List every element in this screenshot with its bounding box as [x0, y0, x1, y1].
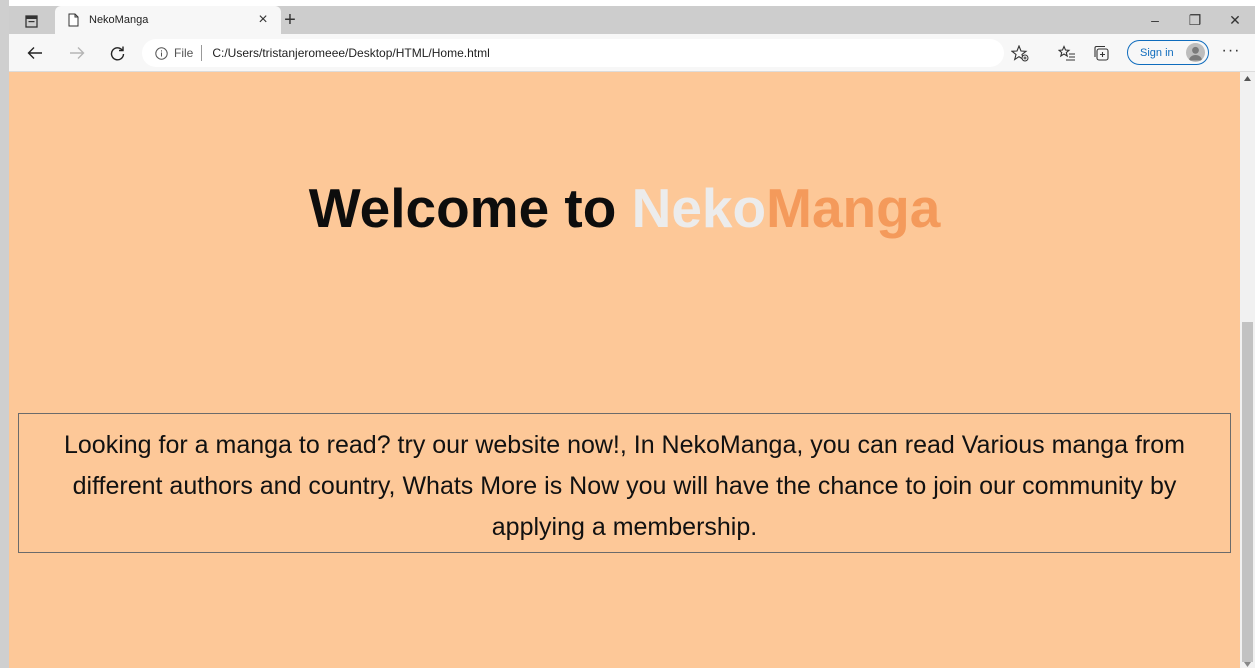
brand-part-neko: Neko — [631, 177, 767, 239]
brand-part-manga: Manga — [766, 177, 941, 239]
tab-actions-icon[interactable] — [22, 12, 40, 30]
info-icon[interactable] — [154, 46, 168, 60]
tab-nekomanga[interactable]: NekoManga × — [55, 6, 281, 34]
vertical-scrollbar[interactable] — [1240, 72, 1255, 668]
favorites-icon[interactable] — [1058, 44, 1076, 62]
intro-box: Looking for a manga to read? try our web… — [18, 413, 1231, 553]
window-edge — [0, 0, 9, 668]
intro-text: Looking for a manga to read? try our web… — [64, 431, 1185, 541]
page-icon — [65, 12, 81, 28]
forward-arrow-icon — [70, 47, 85, 59]
restore-button[interactable]: ❐ — [1175, 6, 1215, 34]
address-scheme: File — [174, 46, 194, 60]
scroll-down-icon[interactable] — [1240, 660, 1255, 668]
scroll-up-icon[interactable] — [1240, 72, 1255, 84]
page-title: Welcome to NekoManga — [9, 176, 1240, 240]
close-window-button[interactable]: ✕ — [1215, 6, 1255, 34]
forward-button[interactable] — [65, 42, 89, 64]
more-icon[interactable]: ··· — [1219, 42, 1243, 64]
browser-toolbar: File C:/Users/tristanjeromeee/Desktop/HT… — [9, 34, 1255, 72]
close-tab-icon[interactable]: × — [253, 10, 273, 30]
browser-window: NekoManga × + – ❐ ✕ File C:/Users/trista… — [0, 0, 1255, 668]
tab-strip: NekoManga × + – ❐ ✕ — [9, 6, 1255, 34]
new-tab-button[interactable]: + — [279, 9, 301, 31]
tab-title: NekoManga — [89, 14, 149, 26]
back-arrow-icon — [27, 47, 42, 59]
scroll-thumb[interactable] — [1242, 322, 1253, 662]
refresh-button[interactable] — [105, 42, 129, 64]
back-button[interactable] — [23, 42, 47, 64]
avatar-icon — [1186, 43, 1205, 62]
heading-prefix: Welcome to — [308, 177, 632, 239]
window-controls: – ❐ ✕ — [1135, 6, 1255, 34]
refresh-icon — [110, 46, 124, 60]
address-url[interactable]: C:/Users/tristanjeromeee/Desktop/HTML/Ho… — [212, 46, 489, 60]
page-viewport: Welcome to NekoManga Looking for a manga… — [9, 72, 1240, 668]
sign-in-button[interactable]: Sign in — [1127, 40, 1209, 65]
favorite-add-icon[interactable] — [1011, 44, 1029, 62]
address-separator — [201, 45, 203, 61]
sign-in-label: Sign in — [1140, 46, 1174, 59]
minimize-button[interactable]: – — [1135, 6, 1175, 34]
address-bar[interactable]: File C:/Users/tristanjeromeee/Desktop/HT… — [142, 39, 1004, 67]
collections-icon[interactable] — [1093, 44, 1111, 62]
